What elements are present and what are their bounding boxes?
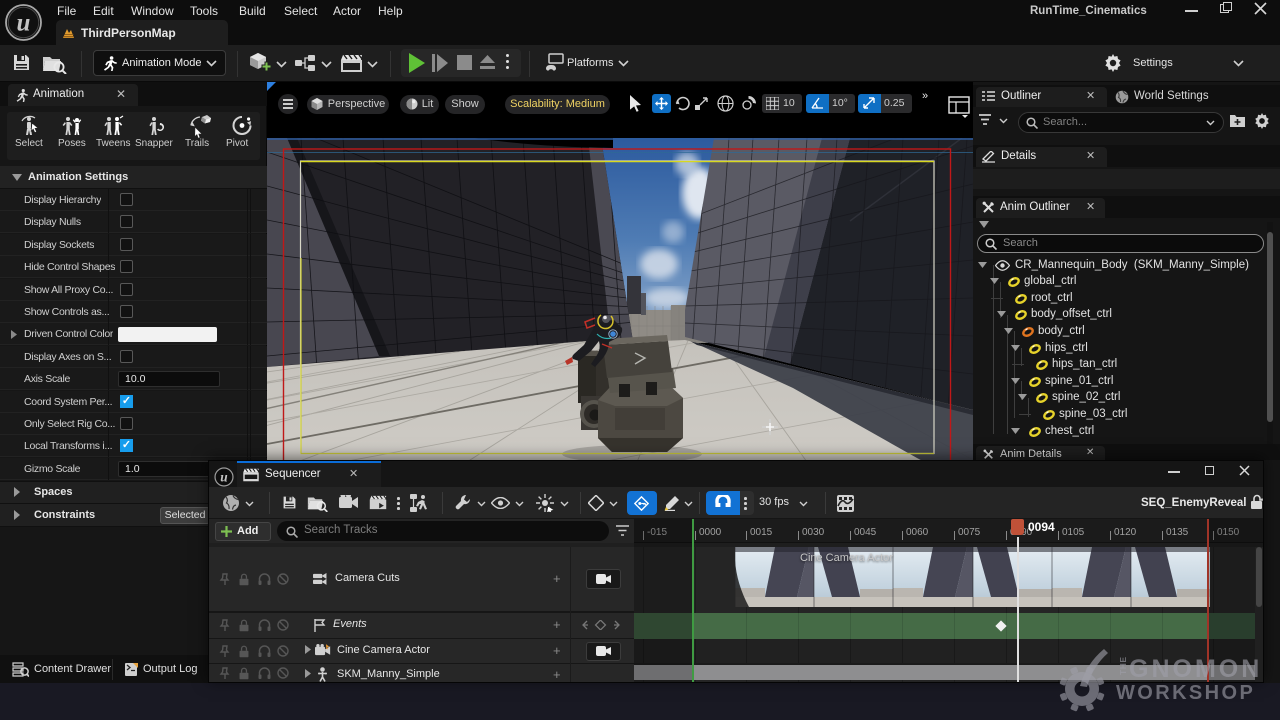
svg-text:u: u [17, 10, 31, 37]
svg-text:WORKSHOP: WORKSHOP [1116, 682, 1255, 704]
svg-text:u: u [220, 469, 227, 484]
svg-text:GNOMON: GNOMON [1129, 655, 1262, 683]
svg-text:THE: THE [1118, 657, 1128, 676]
